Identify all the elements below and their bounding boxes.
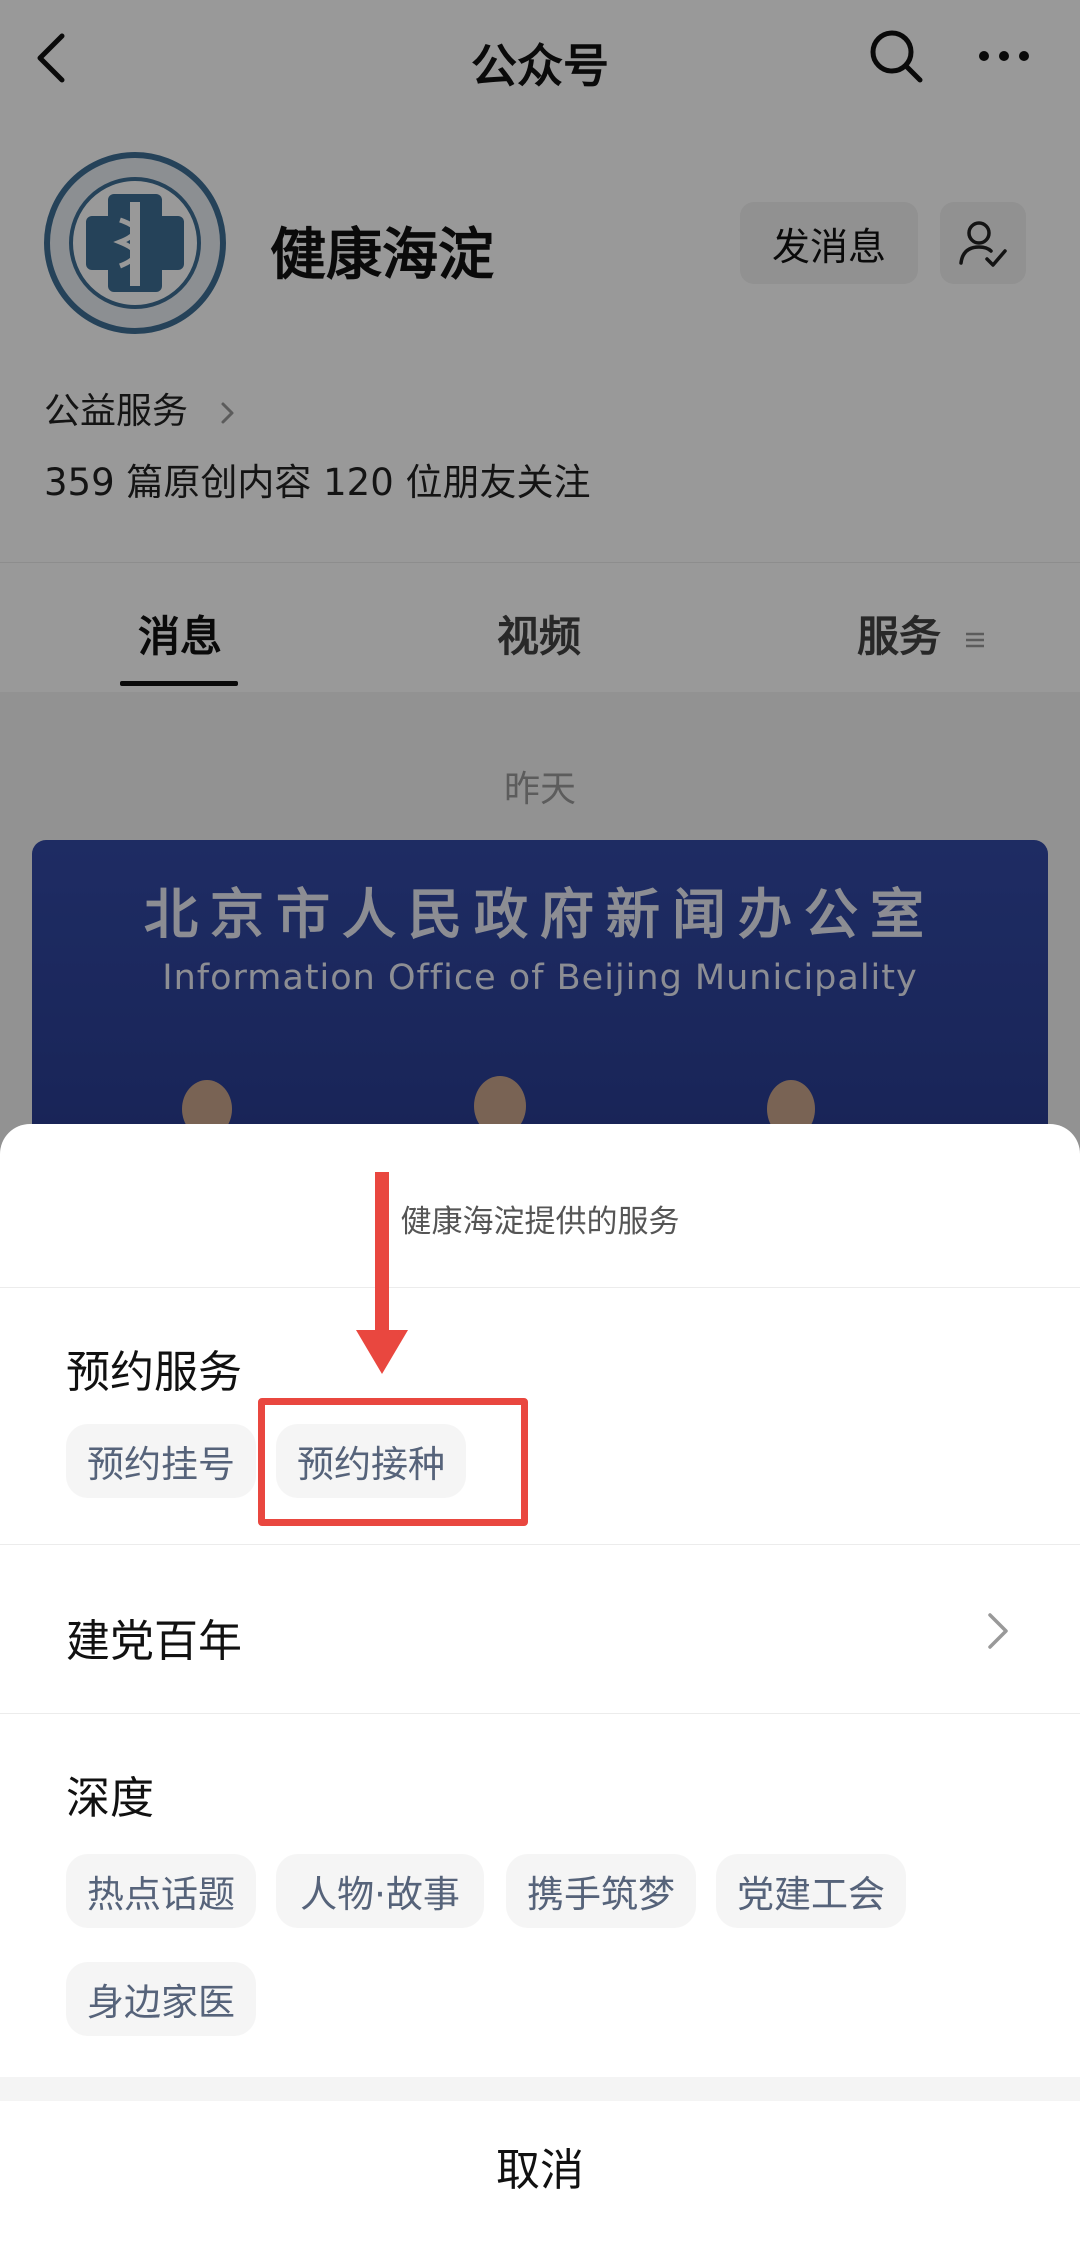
- divider: [0, 1287, 1080, 1288]
- section-title-party-centenary: 建党百年: [66, 1616, 242, 1667]
- annotation-highlight-box: [258, 1398, 528, 1526]
- section-title-depth: 深度: [66, 1773, 154, 1824]
- divider: [0, 1713, 1080, 1714]
- section-row-party-centenary[interactable]: 建党百年: [0, 1545, 1080, 1713]
- chip-party-union[interactable]: 党建工会: [716, 1854, 906, 1928]
- chip-family-doctor[interactable]: 身边家医: [66, 1962, 256, 2036]
- sheet-separator: [0, 2077, 1080, 2101]
- section-title-appointments: 预约服务: [66, 1347, 242, 1398]
- chip-people-stories[interactable]: 人物·故事: [276, 1854, 484, 1928]
- sheet-title: 健康海淀提供的服务: [400, 1204, 680, 1240]
- chip-register-appointment[interactable]: 预约挂号: [66, 1424, 256, 1498]
- chip-hot-topics[interactable]: 热点话题: [66, 1854, 256, 1928]
- cancel-button[interactable]: 取消: [0, 2134, 1080, 2198]
- annotation-arrow-head: [356, 1330, 408, 1374]
- services-sheet: 健康海淀提供的服务 预约服务 预约挂号 预约接种 建党百年 深度 热点话题 人物…: [0, 1124, 1080, 2249]
- chip-dream-together[interactable]: 携手筑梦: [506, 1854, 696, 1928]
- annotation-arrow-shaft: [375, 1172, 389, 1342]
- chevron-right-icon: [988, 1613, 1008, 1649]
